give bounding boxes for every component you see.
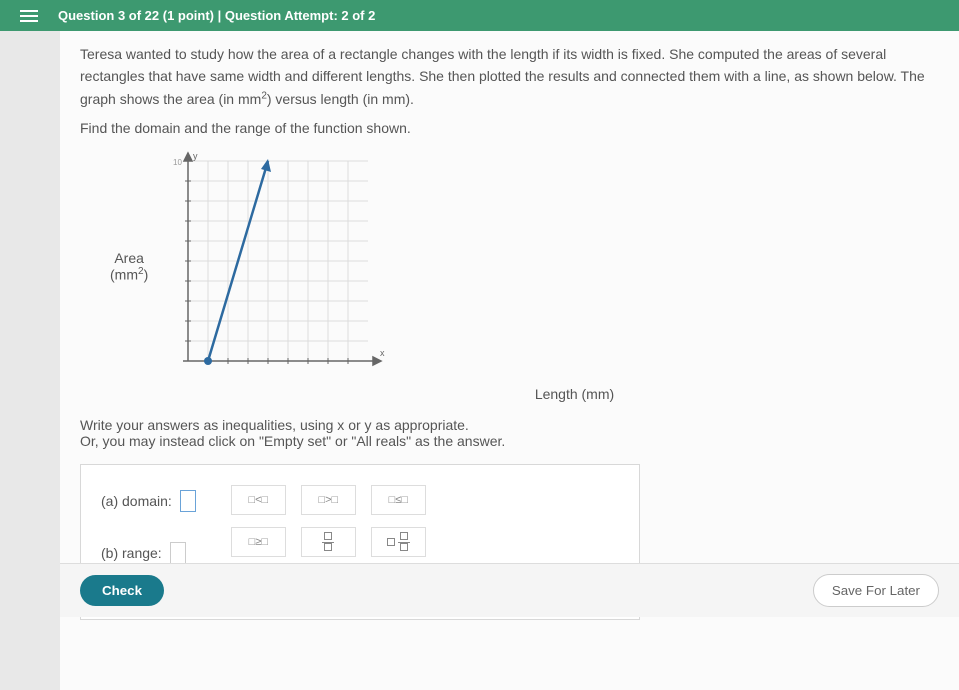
range-label: (b) range: xyxy=(101,545,162,561)
footer-bar: Check Save For Later xyxy=(60,563,959,617)
domain-row: (a) domain: xyxy=(101,490,196,512)
y-axis-label: Area (mm2) xyxy=(110,250,148,283)
x-axis-label: Length (mm) xyxy=(210,386,939,402)
svg-text:y: y xyxy=(193,151,198,161)
menu-icon[interactable] xyxy=(20,10,38,22)
check-button[interactable]: Check xyxy=(80,575,164,606)
graph-container: Area (mm2) xyxy=(110,151,939,381)
less-equal-button[interactable]: □≤□ xyxy=(371,485,426,515)
question-header: Question 3 of 22 (1 point) | Question At… xyxy=(0,0,959,31)
fraction-button[interactable] xyxy=(301,527,356,557)
question-prompt: Find the domain and the range of the fun… xyxy=(80,120,939,136)
svg-text:10: 10 xyxy=(173,158,182,167)
problem-text: Teresa wanted to study how the area of a… xyxy=(80,43,939,110)
less-than-button[interactable]: □<□ xyxy=(231,485,286,515)
mixed-fraction-button[interactable] xyxy=(371,527,426,557)
graph-plot: 10 y x xyxy=(158,151,388,381)
greater-than-button[interactable]: □>□ xyxy=(301,485,356,515)
instructions: Write your answers as inequalities, usin… xyxy=(80,417,939,449)
range-row: (b) range: xyxy=(101,542,196,564)
range-input[interactable] xyxy=(170,542,186,564)
save-for-later-button[interactable]: Save For Later xyxy=(813,574,939,607)
svg-text:x: x xyxy=(380,348,385,358)
domain-label: (a) domain: xyxy=(101,493,172,509)
domain-input[interactable] xyxy=(180,490,196,512)
question-info: Question 3 of 22 (1 point) | Question At… xyxy=(58,8,375,23)
greater-equal-button[interactable]: □≥□ xyxy=(231,527,286,557)
